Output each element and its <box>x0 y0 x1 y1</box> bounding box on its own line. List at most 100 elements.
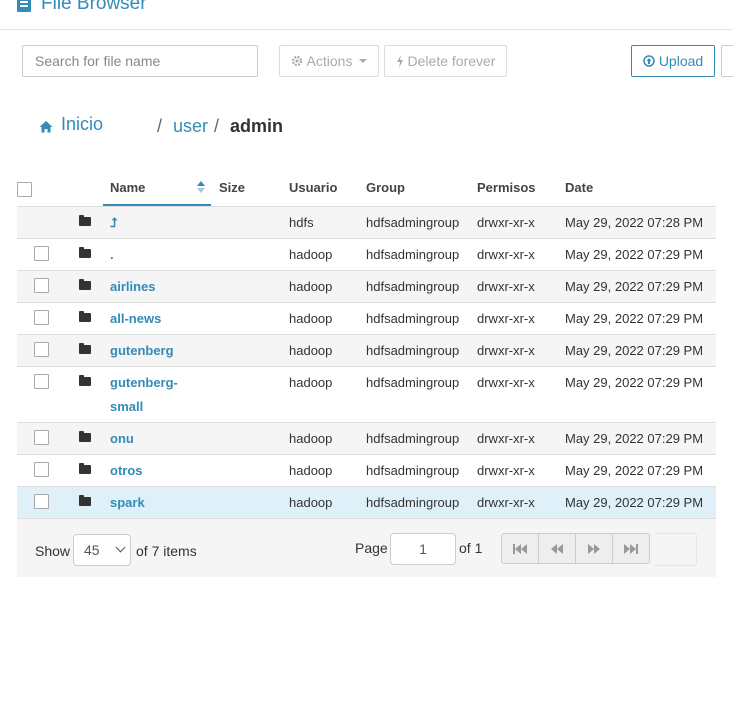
column-header-name[interactable]: Name <box>110 180 145 195</box>
row-permissions: drwxr-xr-x <box>477 279 535 294</box>
next-page-icon <box>588 543 600 554</box>
folder-icon <box>79 311 91 322</box>
column-header-group[interactable]: Group <box>366 180 405 195</box>
sort-ascending-icon <box>197 181 205 193</box>
chevron-down-icon <box>359 59 368 63</box>
app-header: File Browser <box>0 0 733 30</box>
row-group: hdfsadmingroup <box>366 431 460 446</box>
column-header-user[interactable]: Usuario <box>289 180 337 195</box>
row-checkbox[interactable] <box>34 462 49 477</box>
row-checkbox[interactable] <box>34 278 49 293</box>
table-row[interactable]: airlines hadoop hdfsadmingroup drwxr-xr-… <box>17 270 716 303</box>
prev-page-button[interactable] <box>538 533 576 564</box>
pager-buttons <box>501 533 650 564</box>
row-group: hdfsadmingroup <box>366 375 460 390</box>
next-page-button[interactable] <box>575 533 613 564</box>
last-page-icon <box>624 543 638 554</box>
search-input[interactable] <box>22 45 258 77</box>
breadcrumb-current: admin <box>230 116 284 136</box>
row-checkbox[interactable] <box>34 374 49 389</box>
row-date: May 29, 2022 07:29 PM <box>565 375 704 390</box>
row-checkbox[interactable] <box>34 342 49 357</box>
row-checkbox[interactable] <box>34 310 49 325</box>
select-all-checkbox[interactable] <box>17 182 32 197</box>
row-user: hadoop <box>289 375 333 390</box>
folder-icon <box>79 495 91 506</box>
file-name-link[interactable]: spark <box>110 495 145 510</box>
file-name-link[interactable]: . <box>110 247 114 262</box>
upload-label: Upload <box>658 53 704 69</box>
file-name-link-continued[interactable]: small <box>110 399 143 414</box>
file-name-link[interactable]: airlines <box>110 279 156 294</box>
table-row[interactable]: ⮥ hdfs hdfsadmingroup drwxr-xr-x May 29,… <box>17 206 716 239</box>
actions-label: Actions <box>306 53 353 69</box>
table-row[interactable]: spark hadoop hdfsadmingroup drwxr-xr-x M… <box>17 486 716 519</box>
row-date: May 29, 2022 07:29 PM <box>565 495 704 510</box>
page-size-value: 45 <box>84 542 100 558</box>
more-button[interactable] <box>721 45 733 77</box>
file-name-link[interactable]: ⮥ <box>110 215 118 231</box>
column-header-size[interactable]: Size <box>219 180 245 195</box>
row-group: hdfsadmingroup <box>366 495 460 510</box>
row-date: May 29, 2022 07:29 PM <box>565 431 704 446</box>
row-group: hdfsadmingroup <box>366 215 460 230</box>
page-number-input[interactable]: 1 <box>390 533 456 565</box>
file-name-link[interactable]: gutenberg <box>110 343 174 358</box>
row-date: May 29, 2022 07:29 PM <box>565 311 704 326</box>
row-group: hdfsadmingroup <box>366 463 460 478</box>
folder-icon <box>79 215 91 226</box>
table-row[interactable]: otros hadoop hdfsadmingroup drwxr-xr-x M… <box>17 454 716 487</box>
row-user: hadoop <box>289 311 333 326</box>
row-user: hadoop <box>289 431 333 446</box>
file-icon <box>17 0 31 12</box>
file-name-link[interactable]: gutenberg- <box>110 375 178 390</box>
chevron-down-icon <box>115 542 126 553</box>
row-date: May 29, 2022 07:29 PM <box>565 279 704 294</box>
row-group: hdfsadmingroup <box>366 279 460 294</box>
row-user: hadoop <box>289 495 333 510</box>
row-permissions: drwxr-xr-x <box>477 495 535 510</box>
row-checkbox[interactable] <box>34 494 49 509</box>
table-row[interactable]: . hadoop hdfsadmingroup drwxr-xr-x May 2… <box>17 238 716 271</box>
breadcrumb-separator: / <box>157 116 163 136</box>
table-row[interactable]: gutenberg- small hadoop hdfsadmingroup d… <box>17 366 716 423</box>
row-group: hdfsadmingroup <box>366 311 460 326</box>
folder-icon <box>79 375 91 386</box>
folder-icon <box>79 463 91 474</box>
actions-button[interactable]: Actions <box>279 45 379 77</box>
folder-icon <box>79 343 91 354</box>
app-title: File Browser <box>41 0 147 14</box>
page-size-select[interactable]: 45 <box>73 534 131 566</box>
last-page-button[interactable] <box>612 533 650 564</box>
breadcrumb-user[interactable]: user <box>173 116 208 137</box>
upload-button[interactable]: Upload <box>631 45 715 77</box>
breadcrumb-separator: / <box>214 116 220 136</box>
breadcrumb-home[interactable]: Inicio <box>61 114 103 135</box>
items-count: of 7 items <box>136 543 197 559</box>
table-row[interactable]: onu hadoop hdfsadmingroup drwxr-xr-x May… <box>17 422 716 455</box>
row-date: May 29, 2022 07:28 PM <box>565 215 704 230</box>
row-date: May 29, 2022 07:29 PM <box>565 247 704 262</box>
page-total: of 1 <box>459 540 483 556</box>
bolt-icon <box>396 54 403 68</box>
row-user: hadoop <box>289 463 333 478</box>
row-checkbox[interactable] <box>34 246 49 261</box>
row-permissions: drwxr-xr-x <box>477 311 535 326</box>
home-icon <box>39 117 53 138</box>
row-user: hadoop <box>289 343 333 358</box>
first-page-icon <box>513 543 527 554</box>
row-group: hdfsadmingroup <box>366 247 460 262</box>
file-name-link[interactable]: onu <box>110 431 134 446</box>
row-checkbox[interactable] <box>34 430 49 445</box>
first-page-button[interactable] <box>501 533 539 564</box>
column-header-permissions[interactable]: Permisos <box>477 180 536 195</box>
row-permissions: drwxr-xr-x <box>477 343 535 358</box>
file-name-link[interactable]: all-news <box>110 311 161 326</box>
gear-icon <box>291 55 302 67</box>
table-row[interactable]: all-news hadoop hdfsadmingroup drwxr-xr-… <box>17 302 716 335</box>
file-name-link[interactable]: otros <box>110 463 143 478</box>
column-header-date[interactable]: Date <box>565 180 593 195</box>
row-date: May 29, 2022 07:29 PM <box>565 463 704 478</box>
delete-forever-button[interactable]: Delete forever <box>384 45 507 77</box>
table-row[interactable]: gutenberg hadoop hdfsadmingroup drwxr-xr… <box>17 334 716 367</box>
